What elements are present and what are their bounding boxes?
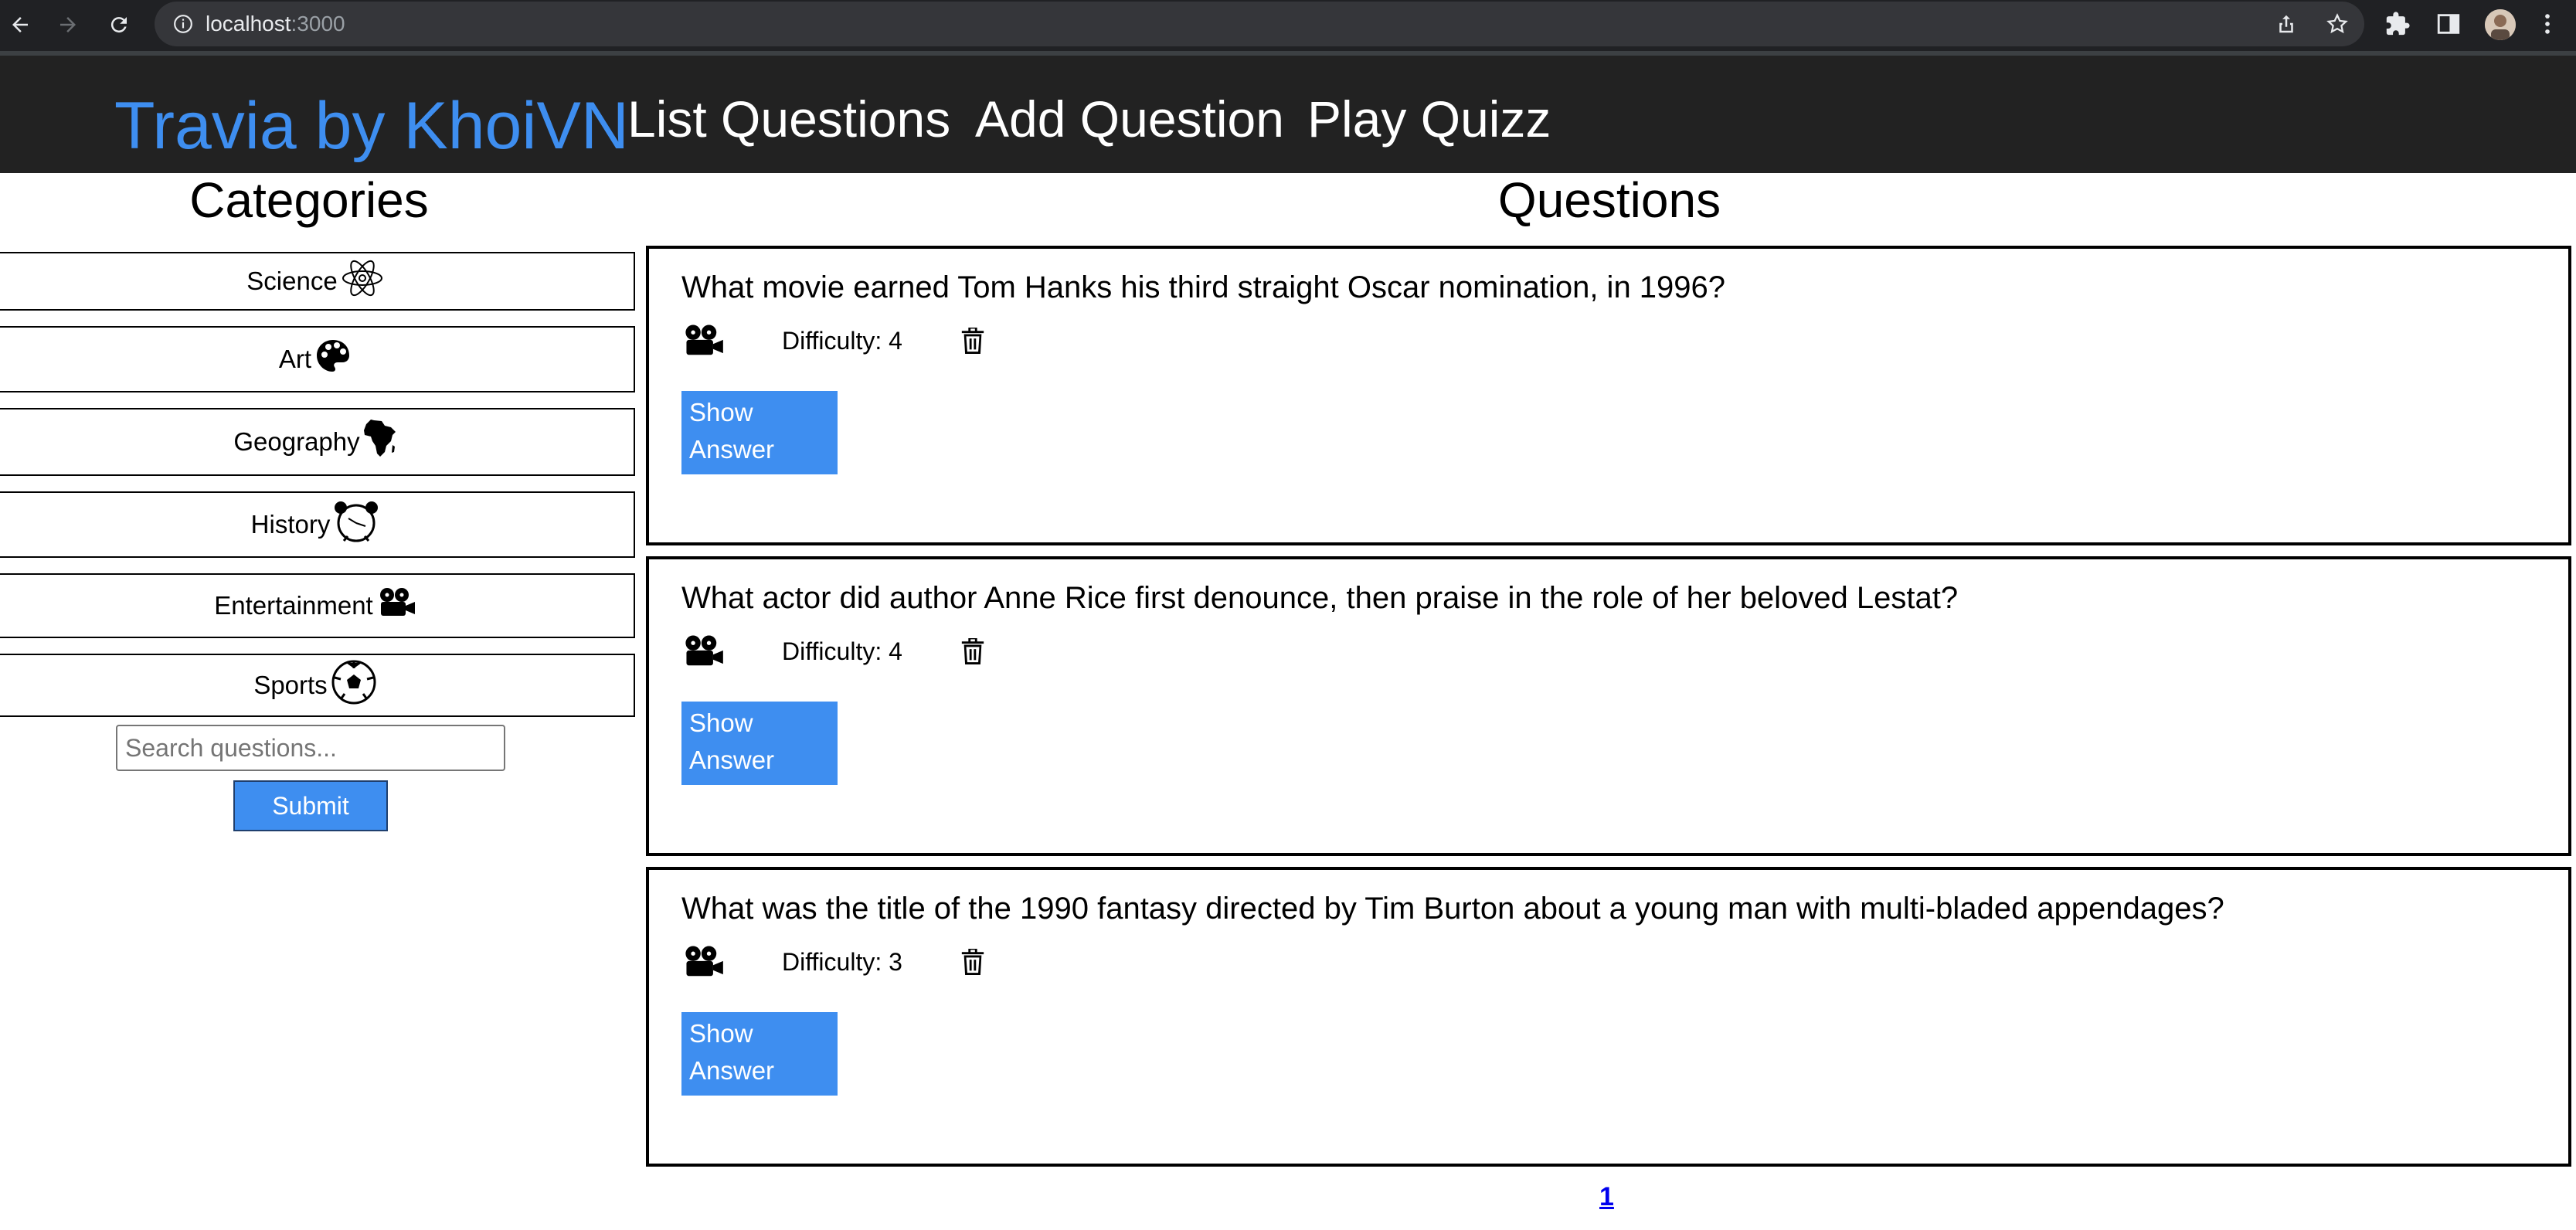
category-history[interactable]: History: [0, 491, 635, 558]
show-answer-button[interactable]: Show Answer: [681, 391, 838, 474]
url-text: localhost:3000: [206, 12, 345, 36]
share-icon[interactable]: [2275, 12, 2298, 36]
show-answer-label-line2: Answer: [689, 1056, 775, 1085]
delete-trash-icon[interactable]: [960, 946, 986, 977]
category-geography[interactable]: Geography: [0, 408, 635, 476]
show-answer-label-line1: Show: [689, 1019, 753, 1048]
difficulty-label: Difficulty: 3: [782, 947, 902, 976]
entertainment-projector-icon: [685, 946, 723, 977]
question-card: What actor did author Anne Rice first de…: [646, 556, 2571, 856]
extensions-puzzle-icon[interactable]: [2384, 11, 2411, 37]
category-label: Sports: [253, 671, 328, 699]
sports-ball-icon: [331, 659, 377, 712]
category-label: History: [250, 510, 331, 539]
questions-heading: Questions: [1497, 172, 1721, 228]
back-arrow-icon[interactable]: [5, 9, 36, 40]
show-answer-label-line2: Answer: [689, 746, 775, 774]
show-answer-label-line1: Show: [689, 708, 753, 737]
art-palette-icon: [314, 338, 352, 381]
category-label: Science: [246, 267, 338, 295]
entertainment-projector-icon: [685, 324, 723, 355]
difficulty-label: Difficulty: 4: [782, 326, 902, 355]
delete-trash-icon[interactable]: [960, 636, 986, 667]
bookmark-star-icon[interactable]: [2326, 12, 2349, 36]
show-answer-label-line1: Show: [689, 398, 753, 426]
categories-heading: Categories: [189, 172, 429, 228]
forward-arrow-icon[interactable]: [53, 9, 83, 40]
side-panel-icon[interactable]: [2435, 11, 2462, 37]
nav-play-quizz[interactable]: Play Quizz: [1307, 90, 1551, 148]
science-atom-icon: [341, 257, 384, 306]
reload-icon[interactable]: [104, 9, 134, 40]
submit-button[interactable]: Submit: [233, 780, 388, 831]
question-card: What movie earned Tom Hanks his third st…: [646, 246, 2571, 545]
entertainment-projector-icon: [685, 635, 723, 666]
address-bar[interactable]: localhost:3000: [155, 2, 2364, 46]
show-answer-button[interactable]: Show Answer: [681, 1012, 838, 1096]
nav-add-question[interactable]: Add Question: [975, 90, 1284, 148]
nav-list-questions[interactable]: List Questions: [627, 90, 950, 148]
history-clock-icon: [333, 498, 379, 551]
question-meta: Difficulty: 4: [681, 321, 986, 360]
browser-toolbar: localhost:3000: [0, 0, 2576, 51]
question-text: What actor did author Anne Rice first de…: [681, 581, 1959, 615]
category-label: Art: [278, 345, 312, 373]
delete-trash-icon[interactable]: [960, 325, 986, 356]
brand-logo-text[interactable]: Travia by KhoiVN: [114, 88, 629, 165]
geography-africa-icon: [363, 419, 397, 465]
show-answer-button[interactable]: Show Answer: [681, 702, 838, 785]
app-header: Travia by KhoiVN List Questions Add Ques…: [0, 56, 2576, 173]
category-label: Geography: [233, 427, 360, 456]
question-meta: Difficulty: 3: [681, 943, 986, 981]
category-entertainment[interactable]: Entertainment: [0, 573, 635, 638]
category-science[interactable]: Science: [0, 252, 635, 311]
question-text: What movie earned Tom Hanks his third st…: [681, 270, 1726, 304]
pagination-page-link[interactable]: 1: [1599, 1182, 1614, 1212]
category-art[interactable]: Art: [0, 326, 635, 392]
site-info-icon[interactable]: [173, 14, 193, 34]
question-card: What was the title of the 1990 fantasy d…: [646, 867, 2571, 1167]
entertainment-projector-icon: [376, 586, 416, 625]
search-input[interactable]: [116, 725, 505, 771]
menu-kebab-icon[interactable]: [2534, 11, 2561, 37]
category-label: Entertainment: [214, 591, 373, 620]
profile-avatar[interactable]: [2485, 9, 2516, 40]
question-text: What was the title of the 1990 fantasy d…: [681, 892, 2224, 926]
category-sports[interactable]: Sports: [0, 654, 635, 717]
question-meta: Difficulty: 4: [681, 632, 986, 671]
show-answer-label-line2: Answer: [689, 435, 775, 464]
difficulty-label: Difficulty: 4: [782, 637, 902, 665]
